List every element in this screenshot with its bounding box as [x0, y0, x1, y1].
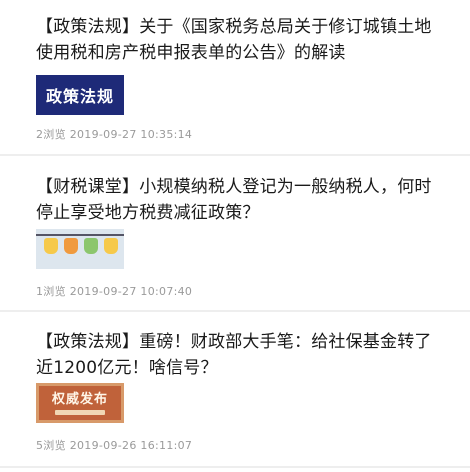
article-thumbnail[interactable]	[36, 229, 124, 269]
divider	[0, 466, 470, 468]
light-bulb-icon	[104, 238, 118, 254]
light-bulb-icon	[44, 238, 58, 254]
thumbnail-label: 政策法规	[45, 87, 114, 106]
article-title[interactable]: 【财税课堂】小规模纳税人登记为一般纳税人，何时停止享受地方税费减征政策？	[36, 174, 448, 226]
article-card[interactable]: 【政策法规】重磅！财政部大手笔：给社保基金转了近1200亿元！啥信号？	[0, 329, 470, 381]
subtitle-bar	[55, 409, 105, 415]
thumbnail-label: 权威发布	[51, 391, 108, 407]
article-feed: 【政策法规】关于《国家税务总局关于修订城镇土地使用税和房产税申报表单的公告》的解…	[0, 0, 470, 472]
divider	[0, 154, 470, 156]
article-meta: 1浏览 2019-09-27 10:07:40	[36, 285, 193, 298]
article-title[interactable]: 【政策法规】关于《国家税务总局关于修订城镇土地使用税和房产税申报表单的公告》的解…	[36, 14, 448, 66]
article-thumbnail[interactable]: 权威发布	[36, 383, 124, 423]
light-bulb-icon	[84, 238, 98, 254]
string-decoration	[36, 234, 124, 236]
article-card[interactable]: 【政策法规】关于《国家税务总局关于修订城镇土地使用税和房产税申报表单的公告》的解…	[0, 14, 470, 66]
article-thumbnail[interactable]: 政策法规	[36, 75, 124, 115]
article-card[interactable]: 【财税课堂】小规模纳税人登记为一般纳税人，何时停止享受地方税费减征政策？	[0, 174, 470, 226]
light-bulb-icon	[64, 238, 78, 254]
article-meta: 2浏览 2019-09-27 10:35:14	[36, 128, 193, 141]
article-title[interactable]: 【政策法规】重磅！财政部大手笔：给社保基金转了近1200亿元！啥信号？	[36, 329, 448, 381]
divider	[0, 310, 470, 312]
article-meta: 5浏览 2019-09-26 16:11:07	[36, 439, 193, 452]
